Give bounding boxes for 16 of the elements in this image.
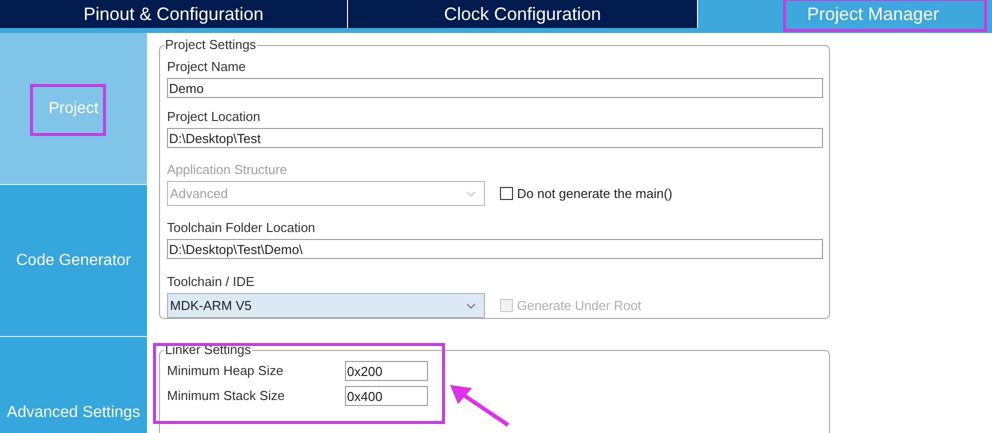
checkbox-label: Generate Under Root (517, 296, 642, 315)
text-field[interactable]: Demo (167, 78, 823, 98)
field-label: Project Name (167, 59, 247, 75)
text-field[interactable]: 0x400 (345, 386, 428, 406)
field-label: Toolchain Folder Location (167, 220, 316, 236)
field-label: Toolchain / IDE (167, 274, 256, 290)
text-field[interactable]: 0x200 (345, 361, 428, 381)
field-label: Minimum Heap Size (167, 362, 284, 380)
field-label: Minimum Stack Size (167, 387, 286, 406)
text-field[interactable]: D:\Desktop\Test (167, 128, 823, 148)
group-title: Project Settings (164, 37, 258, 53)
field-label: Project Location (167, 109, 262, 125)
field-label: Application Structure (167, 162, 288, 178)
dropdown[interactable]: MDK-ARM V5 (167, 293, 485, 318)
text-field[interactable]: D:\Desktop\Test\Demo\ (167, 239, 823, 259)
checkbox-label: Do not generate the main() (517, 184, 672, 203)
